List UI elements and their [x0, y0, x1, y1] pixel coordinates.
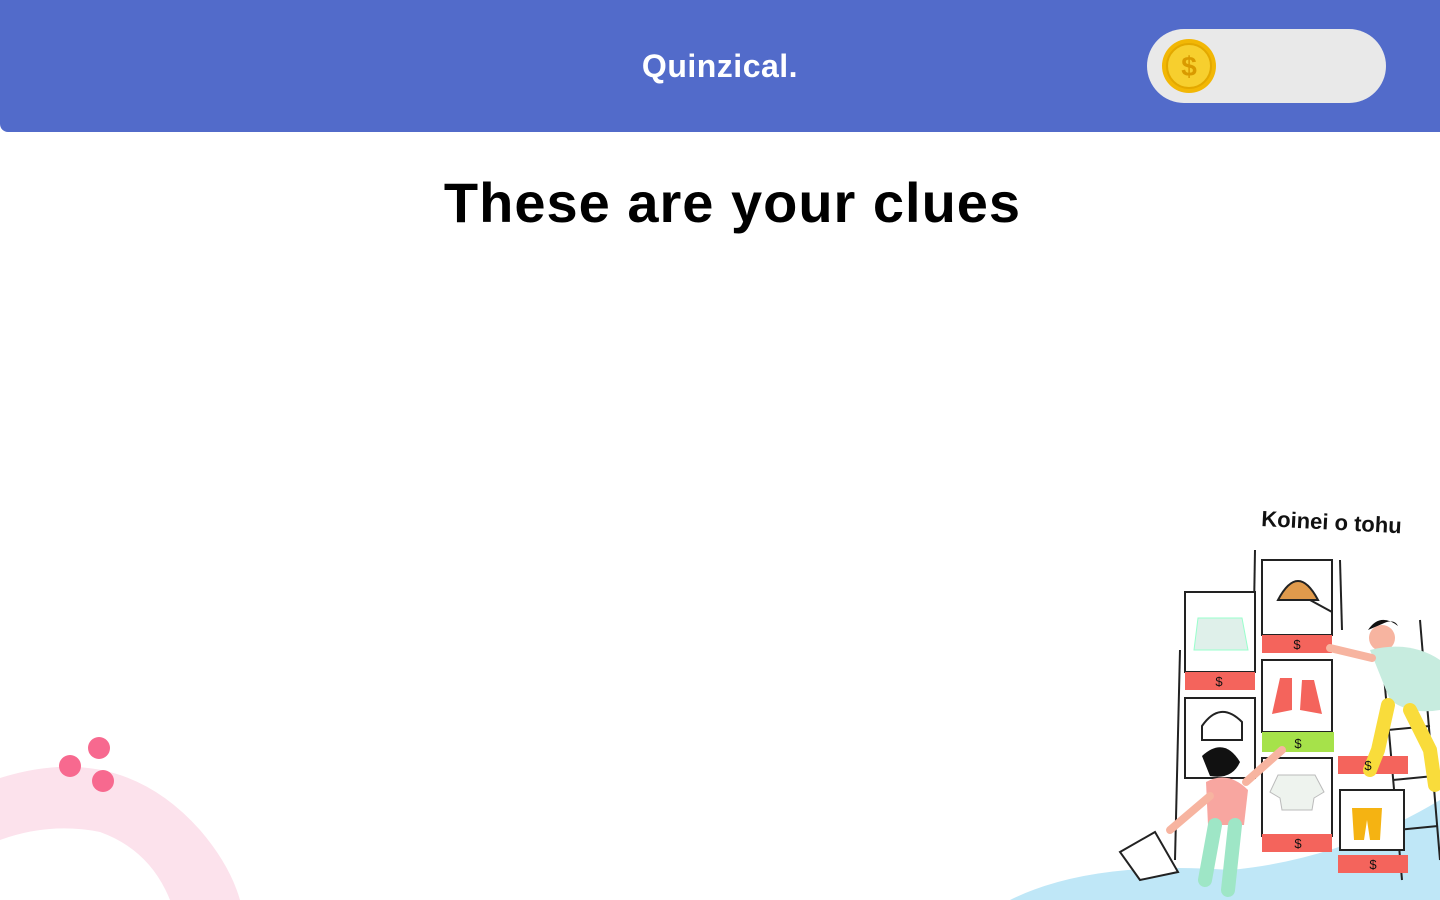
- svg-text:$: $: [1369, 857, 1377, 872]
- svg-text:$: $: [1364, 758, 1372, 773]
- svg-text:$: $: [1215, 674, 1223, 689]
- svg-text:$: $: [1294, 836, 1302, 851]
- page-title: These are your clues: [443, 171, 1022, 234]
- dollar-coin-icon: $: [1162, 39, 1216, 93]
- svg-text:$: $: [1293, 637, 1301, 652]
- top-bar: Quinzical. $: [0, 0, 1440, 132]
- decorative-corner-graphic: [0, 737, 240, 900]
- svg-text:$: $: [1294, 736, 1302, 751]
- svg-text:$: $: [1181, 51, 1197, 82]
- shopping-illustration: $ $ $ $ $ $: [1010, 549, 1440, 900]
- coin-balance: $: [1147, 29, 1386, 103]
